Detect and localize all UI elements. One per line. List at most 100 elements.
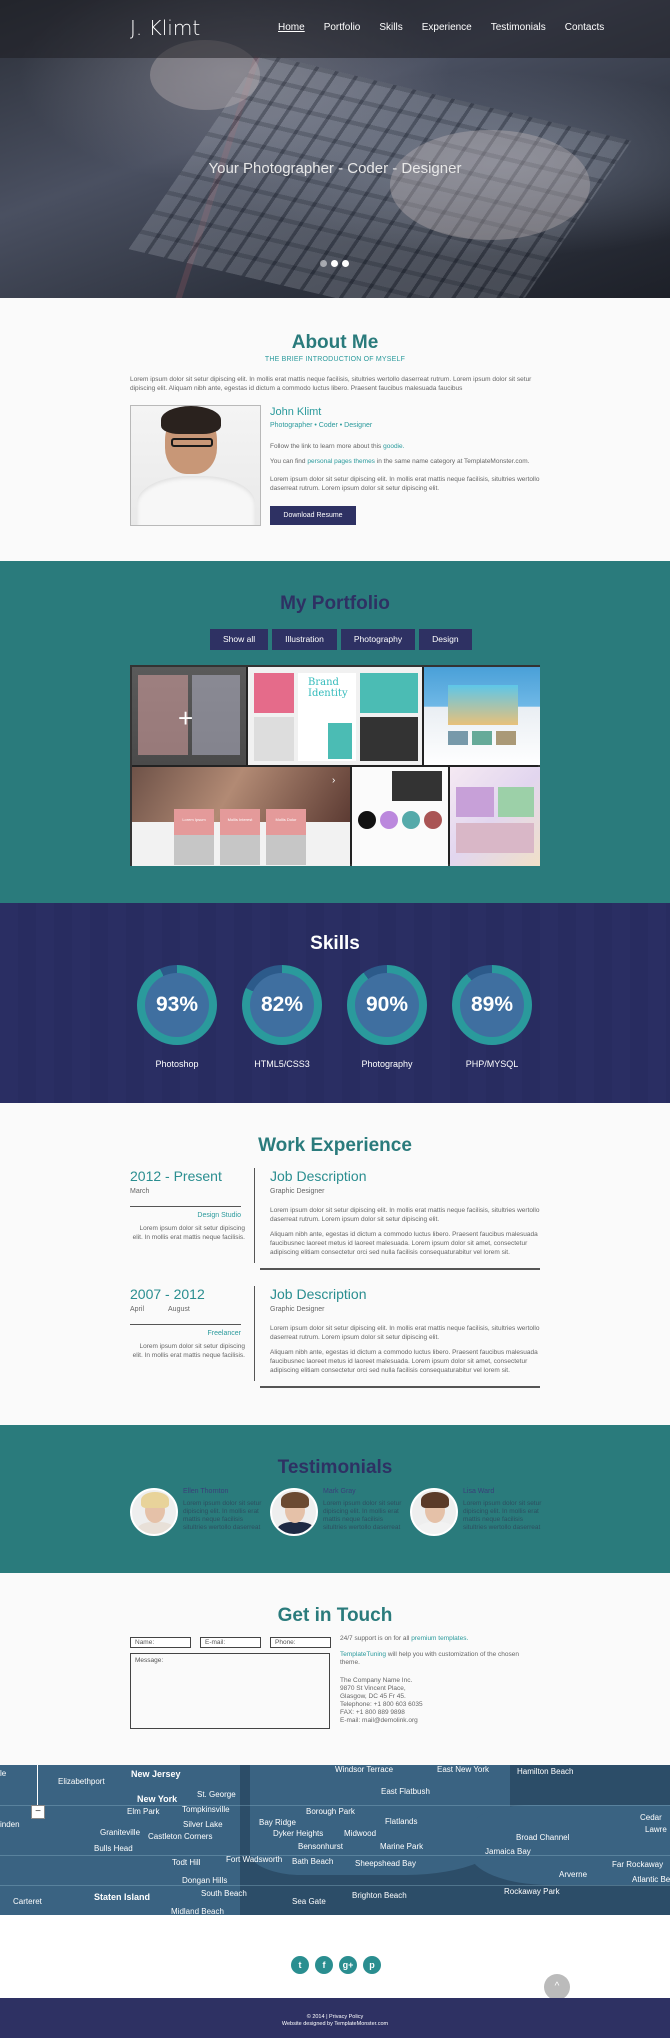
job-entry: 2007 - 2012 April August Freelancer Lorem… [130, 1286, 540, 1391]
portfolio-item[interactable] [450, 767, 540, 866]
google-plus-icon[interactable]: g+ [339, 1956, 357, 1974]
location-map[interactable]: − Elizabethport New Jersey St. George Wi… [0, 1765, 670, 1915]
map-label: Bay Ridge [259, 1818, 296, 1827]
slider-dot[interactable] [320, 260, 327, 267]
job-month-start: March [130, 1188, 150, 1195]
map-label: Sheepshead Bay [355, 1859, 416, 1868]
top-navbar: J. Klimt Home Portfolio Skills Experienc… [0, 0, 670, 58]
map-label: inden [0, 1820, 20, 1829]
skill-percent: 90% [355, 973, 419, 1037]
map-label: Bensonhurst [298, 1842, 343, 1851]
nav-testimonials[interactable]: Testimonials [491, 22, 546, 33]
nav-skills[interactable]: Skills [379, 22, 402, 33]
map-label: Atlantic Be [632, 1875, 670, 1884]
skill-label: HTML5/CSS3 [254, 1059, 310, 1069]
site-logo[interactable]: J. Klimt [130, 16, 200, 40]
twitter-icon[interactable]: t [291, 1956, 309, 1974]
job-month-end: August [168, 1306, 190, 1313]
name-field[interactable]: Name: [130, 1637, 191, 1648]
portfolio-item[interactable] [352, 767, 448, 866]
download-resume-button[interactable]: Download Resume [270, 506, 356, 525]
map-label: Bulls Head [94, 1844, 133, 1853]
premium-templates-link[interactable]: premium templates. [411, 1635, 468, 1642]
portfolio-item[interactable] [424, 667, 540, 765]
filter-show-all-button[interactable]: Show all [210, 629, 269, 650]
portfolio-item[interactable]: + [132, 667, 246, 765]
address-line: FAX: +1 800 889 9898 [340, 1709, 405, 1716]
about-subtitle: THE BRIEF INTRODUCTION OF MYSELF [264, 356, 406, 363]
work-section: Work Experience 2012 - Present March Des… [0, 1103, 670, 1425]
portfolio-card: Lorem Ipsum [174, 809, 214, 865]
pinterest-icon[interactable]: p [363, 1956, 381, 1974]
map-label: Far Rockaway [612, 1860, 664, 1869]
testimonials-section: Testimonials Ellen Thornton Lorem ipsum … [0, 1425, 670, 1573]
skill-percent: 82% [250, 973, 314, 1037]
footer-copyright[interactable]: © 2014 | Privacy Policy [0, 2014, 670, 2020]
map-label: Brighton Beach [352, 1891, 407, 1900]
nav-portfolio[interactable]: Portfolio [324, 22, 361, 33]
job-paragraph: Aliquam nibh ante, egestas id dictum a c… [270, 1349, 538, 1374]
map-label: Graniteville [100, 1828, 141, 1837]
portfolio-item[interactable]: Lorem Ipsum Mollis Interest Mollis Dolor… [132, 767, 350, 866]
nav-contacts[interactable]: Contacts [565, 22, 604, 33]
skill-label: PHP/MYSQL [465, 1059, 519, 1069]
map-label: Silver Lake [183, 1820, 223, 1829]
filter-design-button[interactable]: Design [419, 629, 472, 650]
map-label: Midwood [344, 1829, 377, 1838]
email-field[interactable]: E-mail: [200, 1637, 261, 1648]
map-label: Dongan Hills [182, 1876, 228, 1885]
filter-photography-button[interactable]: Photography [340, 629, 416, 650]
portfolio-item[interactable]: Brand Identity [248, 667, 422, 765]
job-period: 2012 - Present [130, 1168, 222, 1184]
job-heading: Job Description [270, 1168, 367, 1184]
profile-photo [130, 405, 261, 526]
skill-item: 82% HTML5/CSS3 [242, 965, 322, 1069]
portfolio-filters: Show all Illustration Photography Design [210, 629, 472, 650]
map-label: Fort Wadsworth [226, 1855, 283, 1864]
filter-illustration-button[interactable]: Illustration [272, 629, 337, 650]
main-nav: Home Portfolio Skills Experience Testimo… [278, 22, 623, 33]
skill-percent: 89% [460, 973, 524, 1037]
map-label: Arverne [559, 1870, 588, 1879]
map-label: St. George [197, 1790, 236, 1799]
goodie-link[interactable]: goodie. [383, 443, 404, 450]
map-label: Dyker Heights [273, 1829, 324, 1838]
scroll-to-top-button[interactable]: ^ [544, 1974, 570, 2000]
message-field[interactable]: Message: [130, 1653, 330, 1729]
skill-ring: 90% [347, 965, 427, 1045]
slider-dot[interactable] [342, 260, 349, 267]
testimonial-text: Lorem ipsum dolor sit setur dipiscing el… [323, 1500, 402, 1531]
map-label: Lawre [645, 1825, 667, 1834]
address-line: E-mail: mail@demolink.org [340, 1717, 418, 1724]
nav-experience[interactable]: Experience [422, 22, 472, 33]
skill-item: 93% Photoshop [137, 965, 217, 1069]
job-paragraph: Lorem ipsum dolor sit setur dipiscing el… [270, 1207, 540, 1223]
job-left-desc: Lorem ipsum dolor sit setur dipiscing el… [132, 1225, 245, 1241]
job-months: March [130, 1188, 197, 1195]
job-position: Graphic Designer [270, 1188, 325, 1195]
facebook-icon[interactable]: f [315, 1956, 333, 1974]
footer-credit[interactable]: Website designed by TemplateMonster.com [0, 2021, 670, 2027]
phone-field[interactable]: Phone: [270, 1637, 331, 1648]
templatetuning-link[interactable]: TemplateTuning [340, 1651, 386, 1658]
testimonial-item: Ellen Thornton Lorem ipsum dolor sit set… [130, 1488, 270, 1538]
support-text: 24/7 support is on for all premium templ… [340, 1635, 540, 1643]
chevron-right-icon[interactable]: › [332, 775, 335, 786]
about-intro: Lorem ipsum dolor sit setur dipiscing el… [130, 376, 532, 392]
portfolio-section: My Portfolio Show all Illustration Photo… [0, 561, 670, 903]
map-zoom-out-button[interactable]: − [31, 1805, 45, 1819]
job-position: Graphic Designer [270, 1306, 325, 1313]
profile-name: John Klimt [270, 406, 322, 418]
slider-dot-active[interactable] [331, 260, 338, 267]
about-lorem: Lorem ipsum dolor sit setur dipiscing el… [270, 476, 540, 492]
portfolio-title: My Portfolio [280, 593, 390, 614]
skill-item: 90% Photography [347, 965, 427, 1069]
avatar [270, 1488, 318, 1536]
nav-home[interactable]: Home [278, 22, 305, 33]
about-title: About Me [291, 332, 379, 353]
follow-text: Follow the link to learn more about this… [270, 443, 404, 450]
themes-link[interactable]: personal pages themes [307, 458, 375, 465]
skills-section: Skills 93% Photoshop 82% HTML5/CSS3 90% … [0, 903, 670, 1103]
slider-dots [320, 260, 349, 267]
support-prefix: 24/7 support is on for all [340, 1635, 412, 1642]
